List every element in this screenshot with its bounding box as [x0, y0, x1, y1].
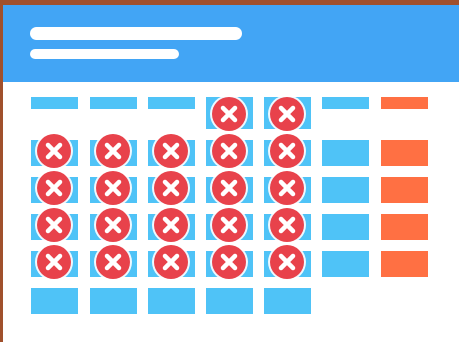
close-icon — [96, 171, 130, 205]
column-header-1 — [31, 97, 78, 109]
close-icon — [270, 245, 304, 279]
close-icon — [212, 208, 246, 242]
column-header-3 — [148, 97, 195, 109]
slot-cell[interactable] — [381, 251, 428, 277]
close-icon — [212, 245, 246, 279]
column-header-2 — [90, 97, 137, 109]
slot-cell[interactable] — [264, 288, 311, 314]
close-icon — [212, 171, 246, 205]
close-icon — [154, 171, 188, 205]
slot-cell[interactable] — [206, 288, 253, 314]
close-icon — [37, 245, 71, 279]
close-icon — [37, 208, 71, 242]
close-icon — [270, 171, 304, 205]
calendar-illustration — [0, 0, 459, 342]
slot-cell[interactable] — [381, 140, 428, 166]
slot-cell[interactable] — [148, 288, 195, 314]
close-icon — [37, 171, 71, 205]
close-icon — [154, 134, 188, 168]
slot-cell[interactable] — [322, 251, 369, 277]
close-icon — [212, 134, 246, 168]
slot-cell[interactable] — [322, 177, 369, 203]
header-banner — [3, 5, 459, 82]
slot-cell[interactable] — [322, 140, 369, 166]
close-icon — [270, 97, 304, 131]
slot-cell[interactable] — [31, 288, 78, 314]
column-header-6 — [322, 97, 369, 109]
slot-cell[interactable] — [90, 288, 137, 314]
close-icon — [212, 97, 246, 131]
close-icon — [96, 245, 130, 279]
slot-cell[interactable] — [381, 177, 428, 203]
close-icon — [270, 208, 304, 242]
close-icon — [154, 208, 188, 242]
title-placeholder — [30, 27, 242, 40]
close-icon — [37, 134, 71, 168]
close-icon — [154, 245, 188, 279]
close-icon — [96, 208, 130, 242]
subtitle-placeholder — [30, 49, 179, 59]
column-header-7 — [381, 97, 428, 109]
slot-cell[interactable] — [322, 214, 369, 240]
slot-cell[interactable] — [381, 214, 428, 240]
close-icon — [96, 134, 130, 168]
close-icon — [270, 134, 304, 168]
